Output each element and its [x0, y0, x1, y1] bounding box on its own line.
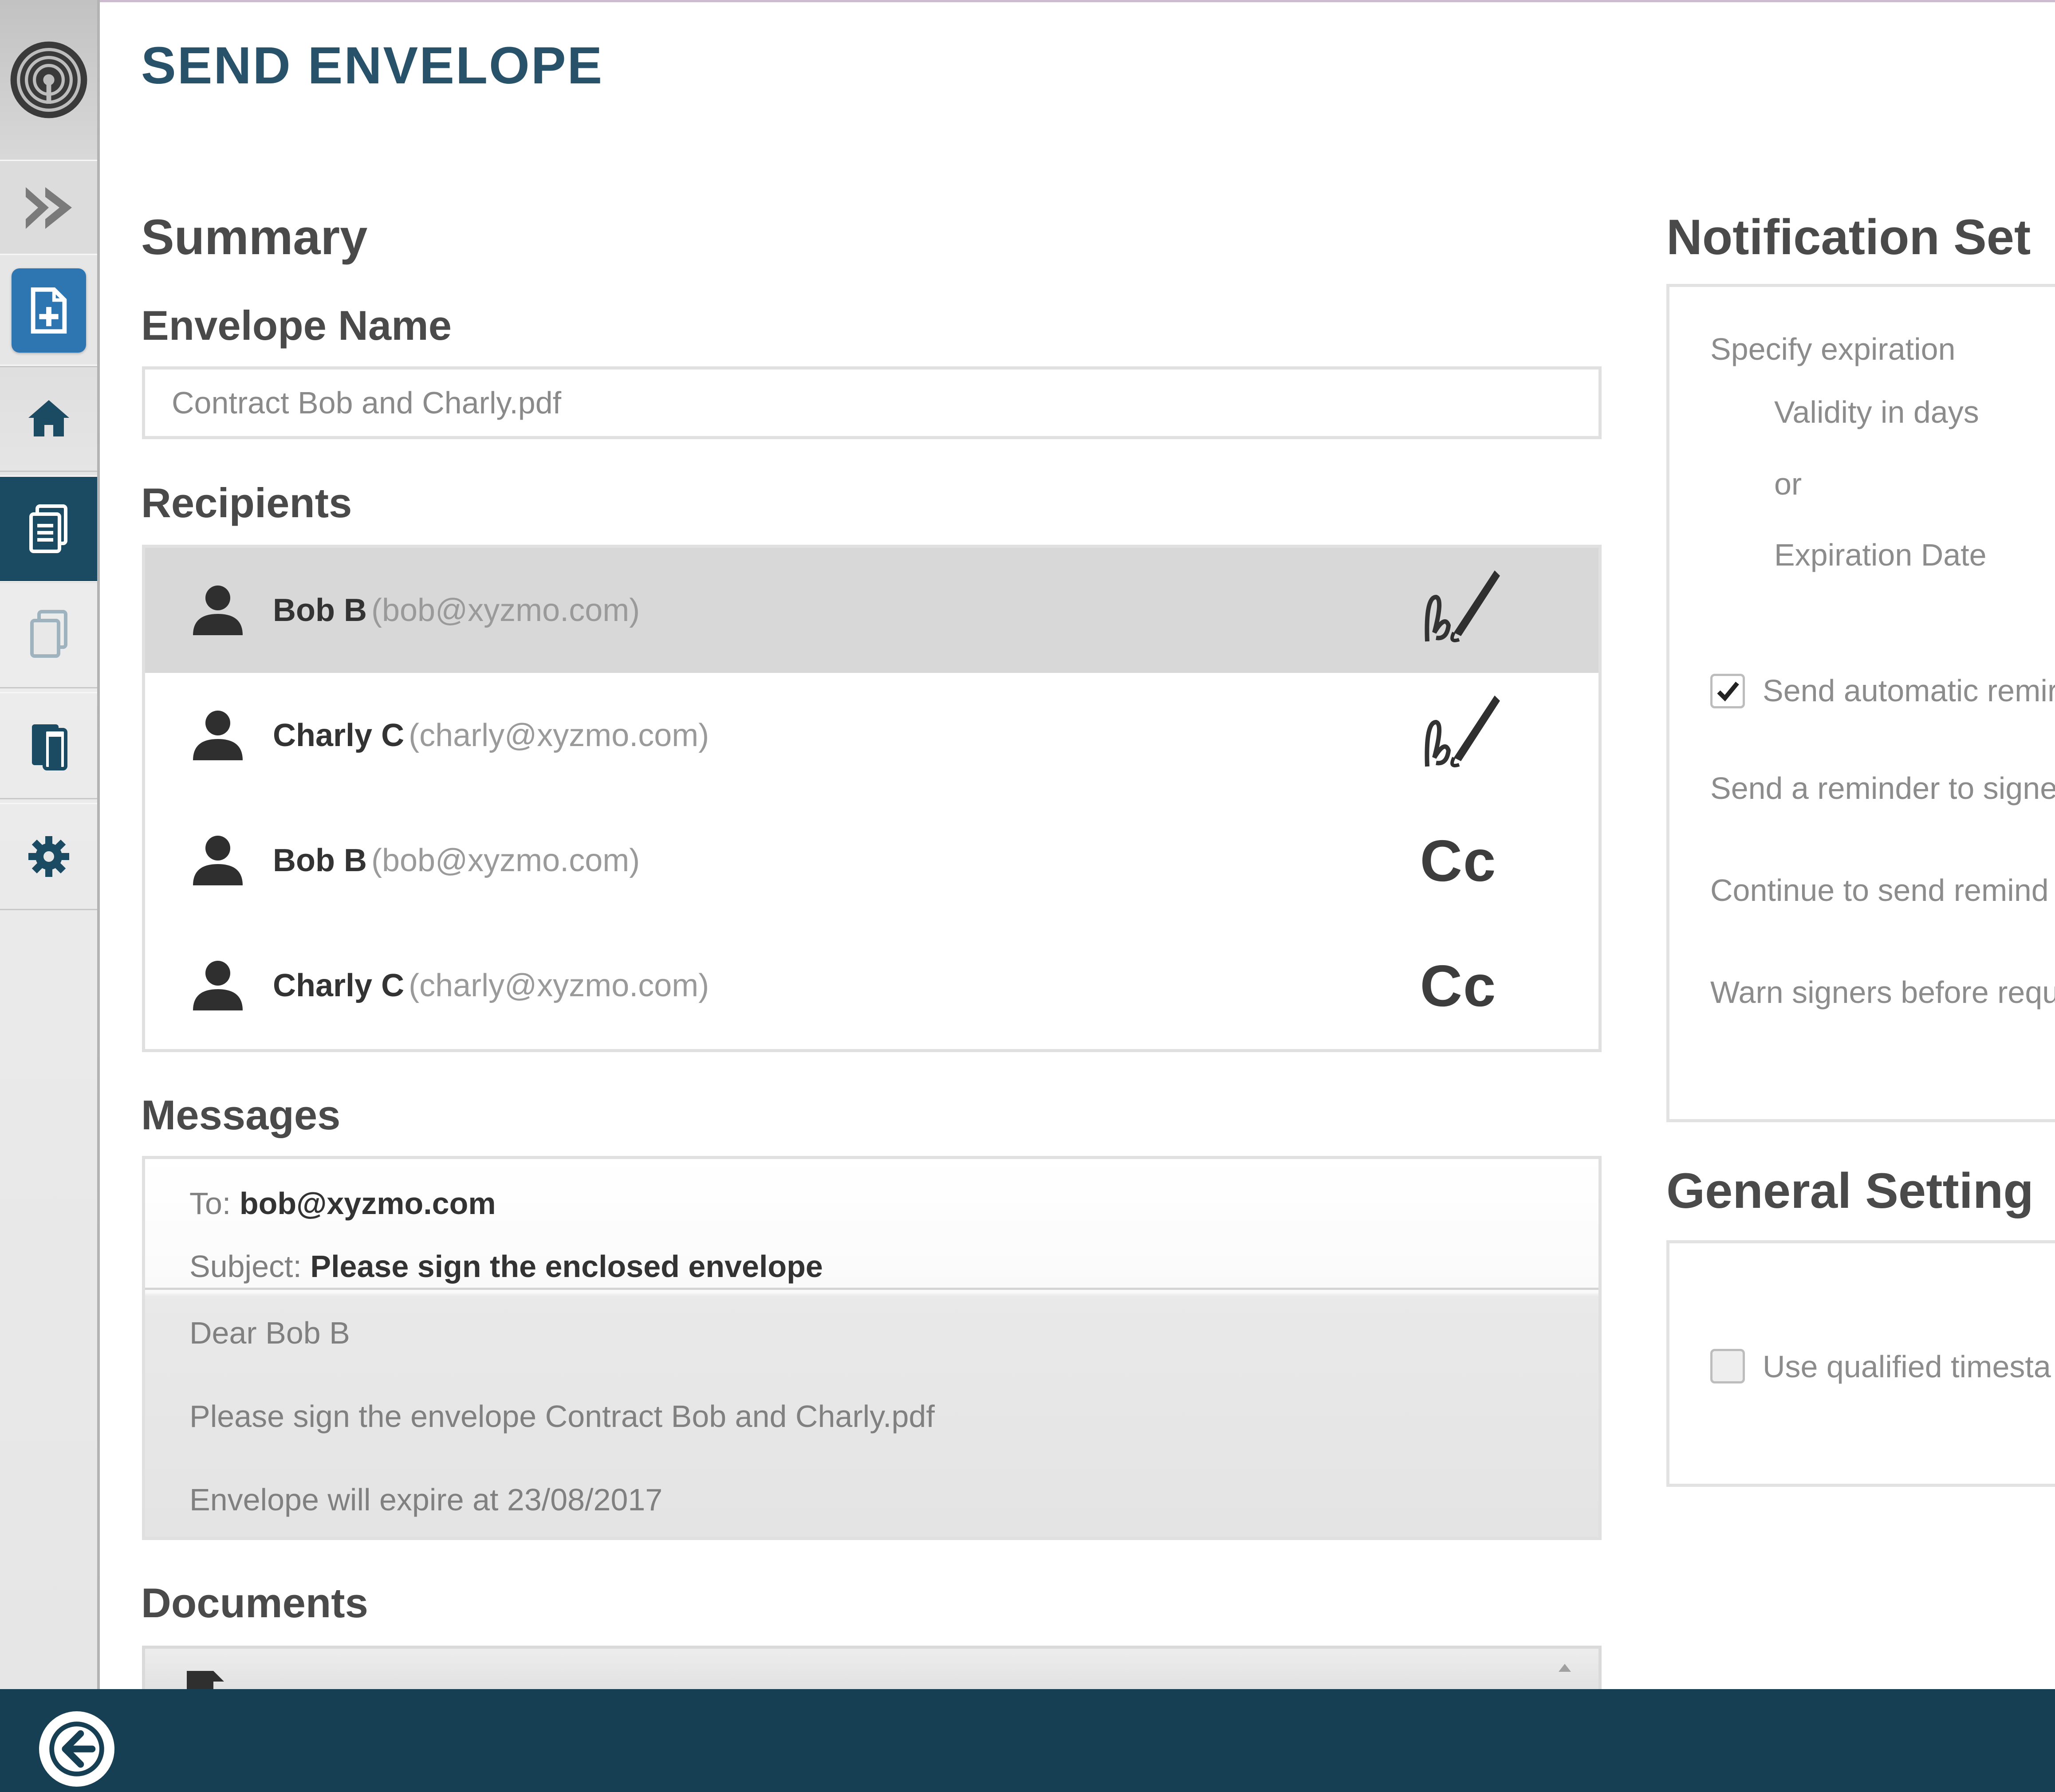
back-arrow-icon — [49, 1721, 104, 1776]
envelopes-icon — [29, 504, 67, 553]
or-label: or — [1774, 467, 1802, 501]
documents-list[interactable] — [142, 1646, 1602, 1689]
send-reminder-to-signers-label: Send a reminder to signe — [1710, 771, 2055, 806]
message-body: Please sign the envelope Contract Bob an… — [189, 1399, 935, 1434]
signature-pen-icon — [1405, 548, 1512, 673]
recipient-name: Bob B — [273, 593, 367, 628]
signature-pen-icon — [1405, 673, 1512, 798]
back-button[interactable] — [39, 1711, 114, 1787]
notification-settings-panel: Specify expiration Validity in days or E… — [1666, 284, 2055, 1122]
scroll-up-icon[interactable] — [1556, 1661, 1574, 1674]
recipient-name: Bob B — [273, 843, 367, 878]
sidebar-item-settings[interactable] — [0, 803, 97, 910]
recipient-row[interactable]: Bob B (bob@xyzmo.com) Cc — [145, 798, 1598, 923]
bottom-toolbar — [0, 1689, 2055, 1792]
send-automatic-reminders-label: Send automatic remir — [1763, 673, 2055, 708]
cc-role-label: Cc — [1420, 953, 1497, 1018]
recipient-email: (charly@xyzmo.com) — [409, 718, 709, 753]
summary-heading: Summary — [141, 209, 368, 265]
logo-icon — [10, 41, 87, 118]
recipients-label: Recipients — [141, 479, 352, 526]
recipients-list: Bob B (bob@xyzmo.com) Charly C (charly@xyz… — [142, 545, 1602, 1052]
documents-label: Documents — [141, 1580, 368, 1626]
documents-icon — [30, 610, 67, 658]
general-settings-heading: General Setting — [1666, 1163, 2034, 1218]
send-automatic-reminders-checkbox[interactable] — [1710, 674, 1745, 708]
new-envelope-button[interactable] — [11, 268, 86, 353]
templates-icon — [31, 724, 67, 770]
recipient-email: (bob@xyzmo.com) — [371, 593, 640, 628]
subject-value: Please sign the enclosed envelope — [310, 1249, 823, 1284]
validity-in-days-label: Validity in days — [1774, 395, 1979, 429]
subject-label: Subject: — [189, 1249, 302, 1284]
sidebar-item-home[interactable] — [0, 365, 97, 472]
to-value: bob@xyzmo.com — [239, 1186, 496, 1221]
recipient-name: Charly C — [273, 718, 405, 753]
top-accent-line — [0, 0, 2055, 2]
specify-expiration-label: Specify expiration — [1710, 332, 1956, 366]
person-icon — [189, 923, 247, 1048]
right-settings-column: Notification Set Specify expiration Vali… — [1666, 0, 2055, 1689]
use-qualified-timestamp-label: Use qualified timesta — [1763, 1349, 2051, 1384]
to-label: To: — [189, 1186, 231, 1221]
message-divider — [145, 1288, 1598, 1290]
sidebar-expand-button[interactable] — [0, 160, 97, 256]
warn-signers-label: Warn signers before requ — [1710, 975, 2055, 1010]
document-icon — [187, 1671, 224, 1689]
recipient-row[interactable]: Charly C (charly@xyzmo.com) — [145, 673, 1598, 798]
recipient-name: Charly C — [273, 968, 405, 1003]
app-logo[interactable] — [0, 0, 97, 160]
use-qualified-timestamp-checkbox[interactable] — [1710, 1349, 1745, 1383]
message-preview: To: bob@xyzmo.com Subject: Please sign t… — [142, 1156, 1602, 1540]
general-settings-panel: Use qualified timesta — [1666, 1240, 2055, 1487]
message-greeting: Dear Bob B — [189, 1316, 350, 1350]
recipient-row[interactable]: Bob B (bob@xyzmo.com) — [145, 548, 1598, 673]
checkmark-icon — [1717, 681, 1739, 702]
messages-label: Messages — [141, 1092, 341, 1138]
page-title: SEND ENVELOPE — [141, 36, 604, 95]
continue-to-send-reminders-label: Continue to send remind — [1710, 873, 2049, 908]
sidebar-item-templates[interactable] — [0, 692, 97, 799]
double-chevron-right-icon — [25, 187, 72, 229]
envelope-name-input[interactable] — [142, 366, 1602, 439]
envelope-name-label: Envelope Name — [141, 302, 452, 349]
notification-settings-heading: Notification Set — [1666, 209, 2031, 265]
person-icon — [189, 673, 247, 798]
home-icon — [28, 400, 69, 436]
sidebar-item-new-envelope[interactable] — [0, 254, 97, 367]
cc-role-label: Cc — [1420, 828, 1497, 893]
recipient-row[interactable]: Charly C (charly@xyzmo.com) Cc — [145, 923, 1598, 1048]
gear-icon — [28, 836, 69, 877]
recipient-email: (bob@xyzmo.com) — [371, 843, 640, 878]
recipient-email: (charly@xyzmo.com) — [409, 968, 709, 1003]
message-expiry: Envelope will expire at 23/08/2017 — [189, 1482, 663, 1517]
person-icon — [189, 798, 247, 923]
new-document-icon — [31, 287, 67, 334]
sidebar — [0, 0, 100, 1689]
expiration-date-label: Expiration Date — [1774, 538, 1987, 572]
sidebar-item-documents[interactable] — [0, 581, 97, 688]
person-icon — [189, 548, 247, 673]
sidebar-item-envelopes[interactable] — [0, 476, 97, 583]
